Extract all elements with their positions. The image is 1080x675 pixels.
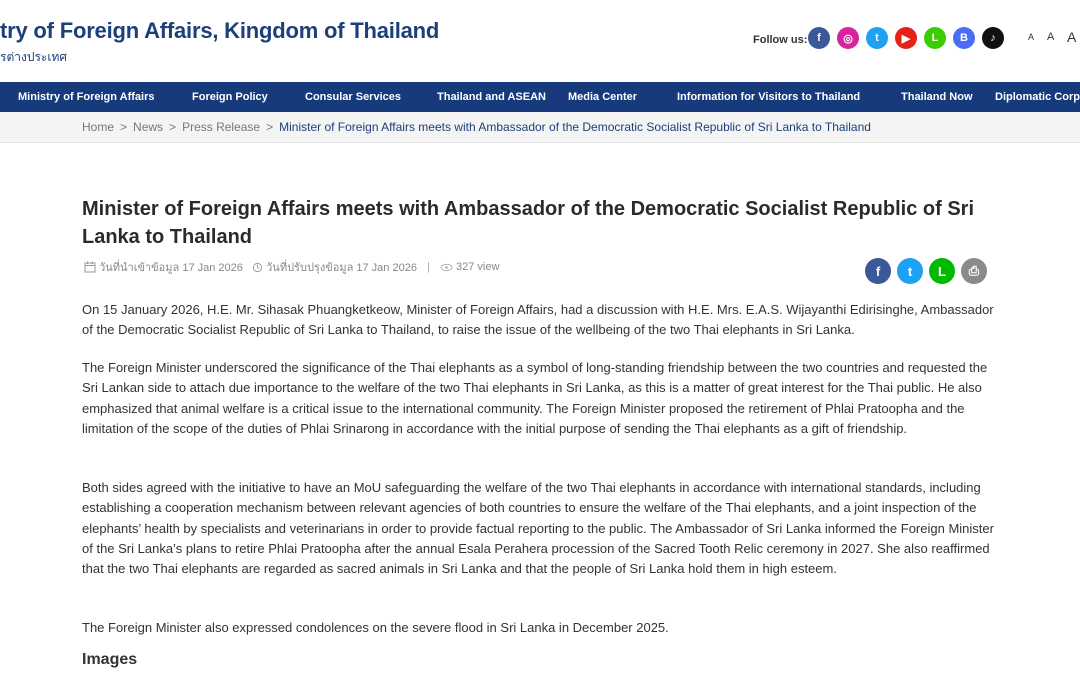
facebook-icon[interactable]: f xyxy=(808,27,830,49)
nav-item-visitors-info[interactable]: Information for Visitors to Thailand xyxy=(677,82,860,112)
font-size-medium[interactable]: A xyxy=(1047,31,1054,43)
article-paragraph-4: The Foreign Minister also expressed cond… xyxy=(82,620,669,635)
main-nav: Ministry of Foreign Affairs Foreign Poli… xyxy=(0,82,1080,112)
blockdit-icon[interactable]: B xyxy=(953,27,975,49)
history-icon xyxy=(252,262,263,272)
print-icon[interactable]: ⎙ xyxy=(961,258,987,284)
calendar-icon xyxy=(84,261,96,273)
site-header: try of Foreign Affairs, Kingdom of Thail… xyxy=(0,0,1080,82)
updated-date: วันที่ปรับปรุงข้อมูล 17 Jan 2026 xyxy=(266,262,417,274)
breadcrumb-news[interactable]: News xyxy=(133,120,163,134)
breadcrumb-current: Minister of Foreign Affairs meets with A… xyxy=(279,120,871,134)
breadcrumb-separator: > xyxy=(169,120,177,134)
view-count: 327 view xyxy=(455,261,500,273)
page-title: Minister of Foreign Affairs meets with A… xyxy=(82,198,975,248)
site-title[interactable]: try of Foreign Affairs, Kingdom of Thail… xyxy=(0,18,439,44)
article-paragraph-1: On 15 January 2026, H.E. Mr. Sihasak Phu… xyxy=(82,302,994,338)
nav-item-ministry[interactable]: Ministry of Foreign Affairs xyxy=(18,82,155,112)
share-twitter-icon[interactable]: t xyxy=(897,258,923,284)
breadcrumb-separator: > xyxy=(266,120,274,134)
follow-us-label: Follow us: xyxy=(753,34,808,46)
nav-item-consular-services[interactable]: Consular Services xyxy=(305,82,401,112)
article-meta: วันที่นำเข้าข้อมูล 17 Jan 2026 วันที่ปรั… xyxy=(84,258,499,276)
breadcrumb-home[interactable]: Home xyxy=(82,120,114,134)
nav-item-diplomatic-corps[interactable]: Diplomatic Corp xyxy=(995,82,1080,112)
breadcrumb-separator: > xyxy=(120,120,128,134)
youtube-icon[interactable]: ▶ xyxy=(895,27,917,49)
article-paragraph-2: The Foreign Minister underscored the sig… xyxy=(82,360,988,436)
created-date: วันที่นำเข้าข้อมูล 17 Jan 2026 xyxy=(99,262,243,274)
line-icon[interactable]: L xyxy=(924,27,946,49)
eye-icon xyxy=(440,263,453,271)
breadcrumb-press-release[interactable]: Press Release xyxy=(182,120,260,134)
breadcrumb: Home > News > Press Release > Minister of Fore… xyxy=(82,112,871,142)
tiktok-icon[interactable]: ♪ xyxy=(982,27,1004,49)
nav-item-thailand-now[interactable]: Thailand Now xyxy=(901,82,973,112)
nav-item-media-center[interactable]: Media Center xyxy=(568,82,637,112)
images-heading: Images xyxy=(82,651,138,668)
share-line-icon[interactable]: L xyxy=(929,258,955,284)
share-facebook-icon[interactable]: f xyxy=(865,258,891,284)
breadcrumb-bar: Home > News > Press Release > Minister of Fore… xyxy=(0,112,1080,143)
nav-item-thailand-asean[interactable]: Thailand and ASEAN xyxy=(437,82,546,112)
instagram-icon[interactable]: ◎ xyxy=(837,27,859,49)
article-paragraph-3: Both sides agreed with the initiative to… xyxy=(82,480,994,577)
nav-item-foreign-policy[interactable]: Foreign Policy xyxy=(192,82,268,112)
twitter-icon[interactable]: t xyxy=(866,27,888,49)
site-subtitle: รต่างประเทศ xyxy=(0,50,67,64)
font-size-large[interactable]: A xyxy=(1067,29,1076,45)
font-size-small[interactable]: A xyxy=(1028,32,1034,42)
